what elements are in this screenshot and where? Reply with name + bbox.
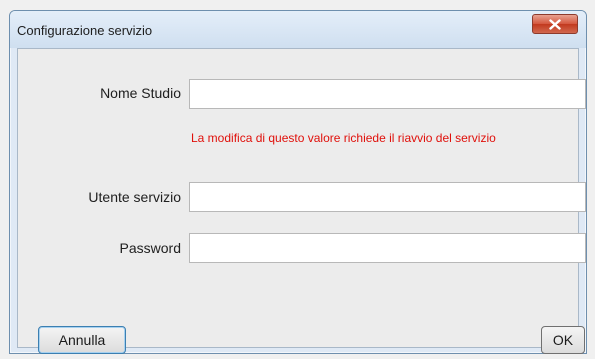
studio-name-label: Nome Studio [100,85,181,101]
close-button[interactable] [532,14,578,34]
password-label: Password [119,240,181,256]
restart-warning-text: La modifica di questo valore richiede il… [191,131,496,145]
dialog-content: Nome Studio La modifica di questo valore… [17,48,586,354]
password-input[interactable] [189,233,586,263]
cancel-button[interactable]: Annulla [38,326,126,354]
service-user-label: Utente servizio [88,189,181,205]
ok-button[interactable]: OK [541,326,585,354]
close-x-icon [549,18,561,30]
dialog-window: Configurazione servizio Nome Studio La m… [9,10,587,354]
service-user-input[interactable] [189,182,586,212]
studio-name-input[interactable] [189,79,586,109]
window-title: Configurazione servizio [17,23,153,38]
title-bar[interactable]: Configurazione servizio [10,11,586,48]
